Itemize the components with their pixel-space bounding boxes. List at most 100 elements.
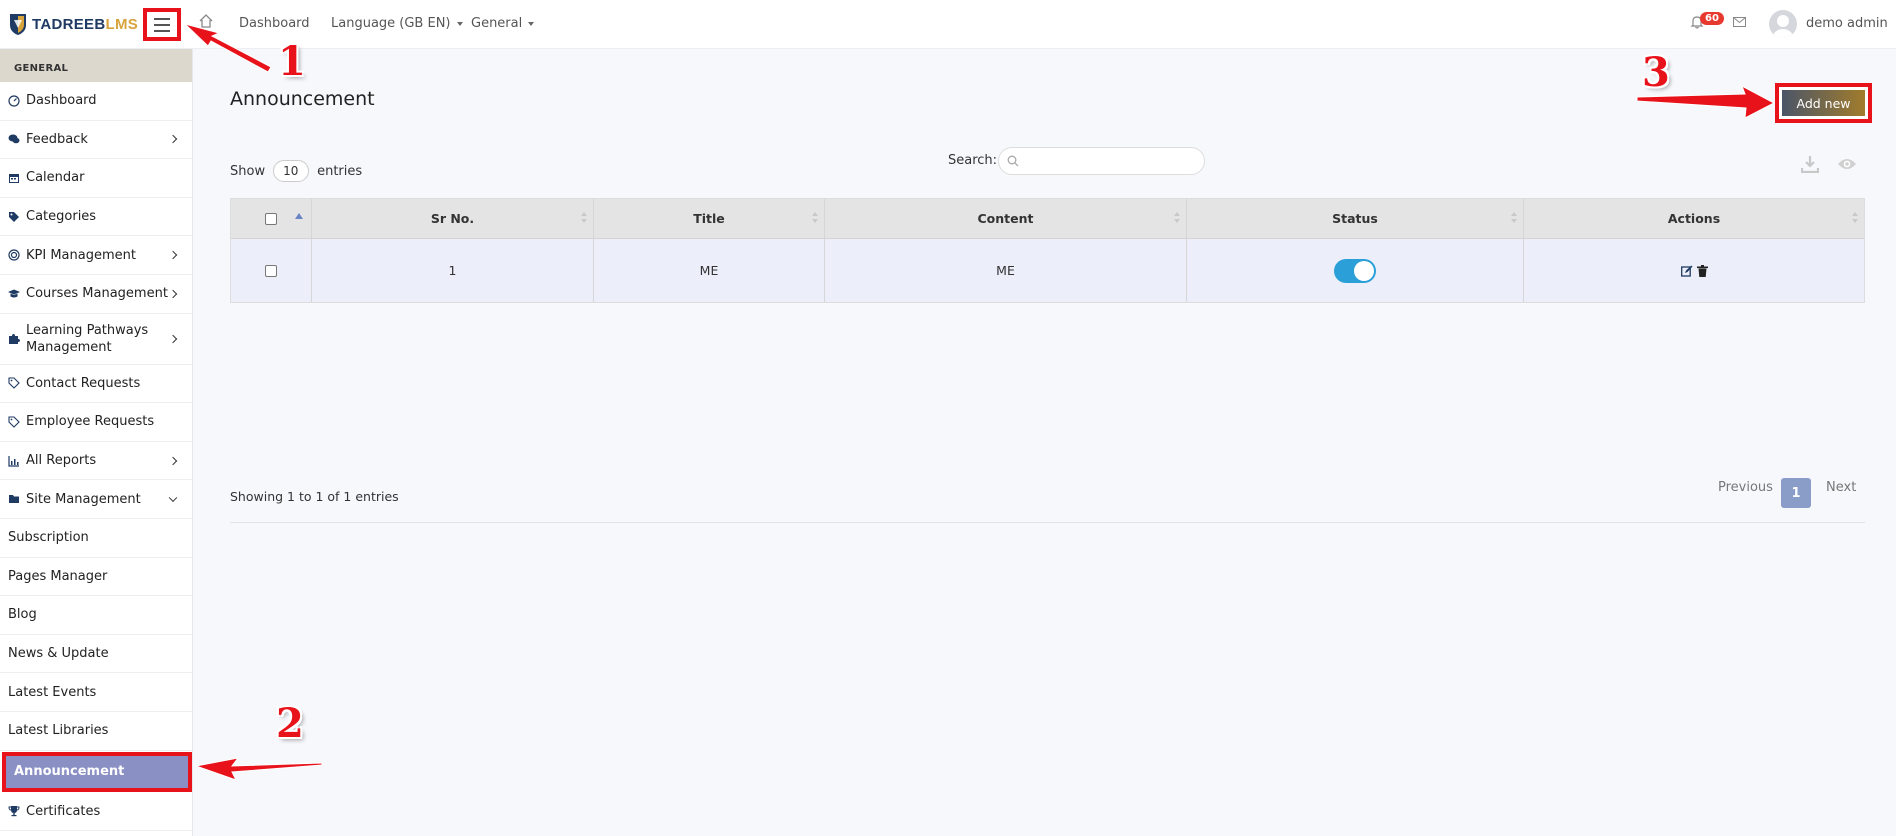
sidebar-item-kpi-management[interactable]: KPI Management	[0, 236, 192, 275]
sidebar-item-contact-requests[interactable]: Contact Requests	[0, 365, 192, 404]
annotation-number-2: 2	[276, 700, 304, 747]
tag-icon	[8, 377, 20, 390]
sidebar-subitem-pages-manager[interactable]: Pages Manager	[0, 558, 192, 597]
notification-count-badge: 60	[1700, 12, 1724, 25]
sidebar-item-label: All Reports	[26, 453, 97, 469]
pagination-page-1[interactable]: 1	[1781, 478, 1811, 508]
sidebar-item-label: Categories	[26, 209, 97, 225]
puzzle-icon	[9, 333, 20, 344]
sidebar-subitem-latest-libraries[interactable]: Latest Libraries	[0, 712, 192, 751]
pagination-previous[interactable]: Previous	[1718, 480, 1773, 495]
sidebar-item-all-reports[interactable]: All Reports	[0, 442, 192, 481]
user-name-label[interactable]: demo admin	[1806, 16, 1888, 31]
search-label: Search:	[948, 153, 998, 168]
user-silhouette-icon	[1773, 15, 1793, 38]
table-row: 1 ME ME	[231, 239, 1864, 302]
calendar-icon	[9, 173, 19, 183]
sidebar-item-label: Contact Requests	[26, 375, 141, 391]
sort-asc-icon	[295, 213, 303, 219]
sidebar-item-label: Courses Management	[26, 286, 168, 302]
column-header-sr-no[interactable]: Sr No.	[312, 199, 594, 238]
sidebar-item-site-management[interactable]: Site Management	[0, 480, 192, 519]
sidebar-subitem-announcement[interactable]: Announcement	[0, 751, 192, 793]
sidebar-item-label: Latest Libraries	[8, 723, 109, 739]
hamburger-icon-line	[154, 17, 170, 20]
nav-general-dropdown[interactable]: General	[471, 16, 535, 31]
download-icon[interactable]	[1801, 155, 1819, 173]
row-select-cell	[231, 239, 312, 302]
sidebar-item-label: Announcement	[14, 764, 125, 779]
entries-select[interactable]: 10	[273, 160, 310, 182]
sidebar-item-label: Blog	[8, 607, 37, 623]
caret-down-icon	[528, 21, 535, 26]
add-new-button[interactable]: Add new	[1782, 90, 1865, 116]
select-all-header[interactable]	[231, 199, 312, 238]
gauge-icon	[8, 95, 20, 107]
sidebar-subitem-blog[interactable]: Blog	[0, 596, 192, 635]
sidebar-item-learning-pathways[interactable]: Learning Pathways Management	[0, 314, 192, 365]
shield-logo-icon	[10, 14, 26, 35]
row-checkbox[interactable]	[265, 264, 277, 277]
sidebar-item-employee-requests[interactable]: Employee Requests	[0, 403, 192, 442]
brand-name-part1: TADREEB	[32, 15, 106, 33]
sidebar-item-label: News & Update	[8, 646, 109, 662]
sidebar-subitem-subscription[interactable]: Subscription	[0, 519, 192, 558]
column-header-actions[interactable]: Actions	[1524, 199, 1864, 238]
column-header-label: Actions	[1667, 211, 1721, 226]
column-header-content[interactable]: Content	[825, 199, 1187, 238]
folder-icon	[9, 495, 19, 504]
nav-language-dropdown[interactable]: Language (GB EN)	[331, 16, 463, 31]
tags-icon	[9, 211, 19, 222]
content-divider	[230, 522, 1865, 523]
sidebar-item-label: Latest Events	[8, 684, 97, 700]
brand-logo[interactable]: TADREEB LMS	[8, 11, 138, 37]
eye-icon[interactable]	[1837, 157, 1857, 171]
chevron-right-icon	[168, 334, 178, 343]
sort-icon	[1174, 212, 1180, 224]
trophy-icon	[8, 806, 20, 817]
select-all-checkbox[interactable]	[265, 212, 277, 225]
column-header-label: Title	[693, 211, 725, 226]
search-icon	[1007, 155, 1019, 167]
pagination-next[interactable]: Next	[1826, 480, 1856, 495]
graduation-cap-icon	[8, 289, 20, 298]
sidebar-item-dashboard[interactable]: Dashboard	[0, 82, 192, 121]
announcement-table: Sr No. Title Content Status Actions 1 ME…	[230, 198, 1865, 303]
nav-dashboard-link[interactable]: Dashboard	[239, 16, 310, 31]
sidebar-subitem-latest-events[interactable]: Latest Events	[0, 673, 192, 712]
page-title: Announcement	[230, 88, 375, 110]
trash-icon[interactable]	[1696, 264, 1708, 277]
chevron-right-icon	[168, 250, 178, 260]
column-header-title[interactable]: Title	[594, 199, 825, 238]
edit-icon[interactable]	[1680, 265, 1693, 277]
sidebar-item-feedback[interactable]: Feedback	[0, 121, 192, 160]
sort-icon	[1852, 212, 1858, 224]
hamburger-icon-line	[154, 29, 170, 32]
sidebar-item-label: Employee Requests	[26, 414, 155, 430]
entries-length-control: Show 10 entries	[230, 160, 362, 182]
sidebar-item-courses-management[interactable]: Courses Management	[0, 275, 192, 314]
sidebar-item-label: Dashboard	[26, 93, 97, 109]
active-item-highlight: Announcement	[6, 755, 188, 788]
sidebar-item-categories[interactable]: Categories	[0, 198, 192, 237]
home-icon[interactable]	[198, 13, 214, 29]
column-header-label: Sr No.	[430, 211, 475, 226]
mail-icon[interactable]	[1733, 17, 1746, 27]
column-header-status[interactable]: Status	[1187, 199, 1524, 238]
sort-icon	[1511, 212, 1517, 224]
column-header-label: Status	[1332, 211, 1378, 226]
user-avatar[interactable]	[1769, 10, 1797, 38]
status-toggle[interactable]	[1334, 258, 1376, 283]
show-label: Show	[230, 163, 266, 179]
search-input[interactable]	[998, 147, 1205, 175]
sidebar-item-label: Certificates	[26, 803, 101, 819]
chevron-right-icon	[168, 456, 178, 465]
sidebar-item-label: Subscription	[8, 530, 89, 546]
table-header-row: Sr No. Title Content Status Actions	[231, 199, 1864, 239]
sidebar-item-label: KPI Management	[26, 247, 136, 263]
sidebar-item-label: Pages Manager	[8, 568, 108, 584]
sidebar-item-calendar[interactable]: Calendar	[0, 159, 192, 198]
menu-toggle-button[interactable]	[143, 8, 181, 41]
sidebar-item-certificates[interactable]: Certificates	[0, 793, 192, 832]
sidebar-subitem-news-update[interactable]: News & Update	[0, 635, 192, 674]
